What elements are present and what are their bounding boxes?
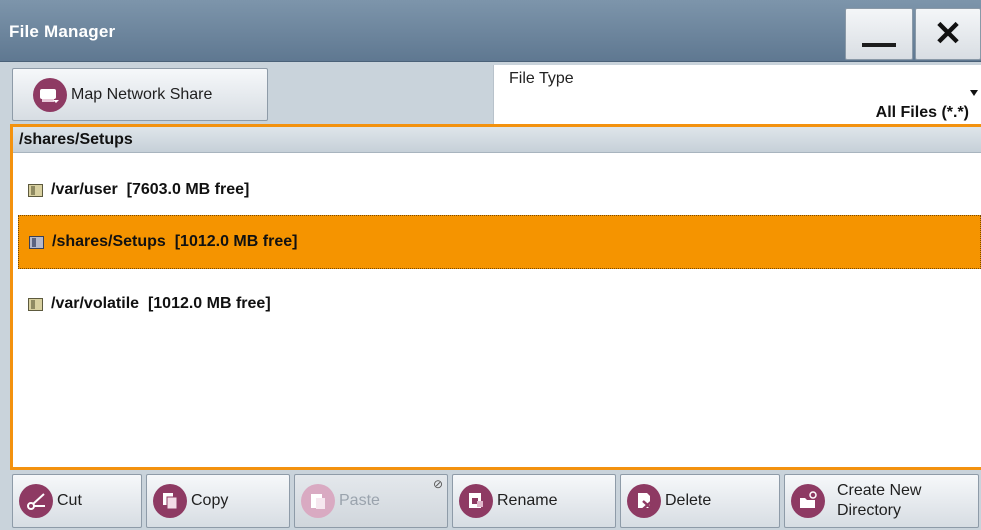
create-new-directory-label: Create New Directory (837, 482, 922, 519)
delete-icon (627, 484, 661, 518)
directory-row-shares-setups[interactable]: /shares/Setups [1012.0 MB free] (18, 215, 981, 269)
rename-label: Rename (497, 492, 558, 509)
paste-button[interactable]: Paste ⊘ (294, 474, 448, 528)
paste-icon (301, 484, 335, 518)
directory-panel: /shares/Setups /var/user [7603.0 MB free… (10, 124, 981, 470)
close-button[interactable]: ✕ (915, 8, 981, 60)
folder-icon (28, 183, 43, 197)
dropdown-arrow-icon (970, 90, 978, 96)
directory-path: /var/volatile [1012.0 MB free] (51, 295, 271, 312)
file-type-value: All Files (*.*) (875, 104, 969, 121)
copy-label: Copy (191, 492, 229, 509)
directory-row-var-volatile[interactable]: /var/volatile [1012.0 MB free] (18, 277, 981, 331)
disabled-icon: ⊘ (432, 477, 443, 491)
close-icon: ✕ (933, 15, 963, 53)
rename-icon (459, 484, 493, 518)
cut-label: Cut (57, 492, 82, 509)
copy-button[interactable]: Copy (146, 474, 290, 528)
folder-icon (29, 235, 44, 249)
delete-label: Delete (665, 492, 712, 509)
file-type-label: File Type (509, 70, 574, 87)
scissors-icon (19, 484, 53, 518)
minimize-icon (862, 43, 896, 47)
directory-path: /var/user [7603.0 MB free] (51, 181, 250, 198)
folder-icon (28, 297, 43, 311)
directory-path: /shares/Setups [1012.0 MB free] (52, 233, 298, 250)
network-share-icon (33, 77, 67, 112)
action-bar: Cut Copy Paste ⊘ Rename Delete Create Ne… (0, 470, 981, 530)
create-new-directory-button[interactable]: Create New Directory (784, 474, 979, 528)
toolbar: Map Network Share File Type All Files (*… (0, 62, 981, 124)
cut-button[interactable]: Cut (12, 474, 142, 528)
copy-icon (153, 484, 187, 518)
map-network-share-label: Map Network Share (71, 85, 213, 103)
file-type-select[interactable]: File Type All Files (*.*) (493, 65, 981, 124)
new-folder-icon (791, 484, 825, 518)
delete-button[interactable]: Delete (620, 474, 780, 528)
rename-button[interactable]: Rename (452, 474, 616, 528)
current-path: /shares/Setups (13, 127, 981, 153)
directory-row-var-user[interactable]: /var/user [7603.0 MB free] (18, 163, 981, 217)
minimize-button[interactable] (845, 8, 913, 60)
paste-label: Paste (339, 492, 380, 509)
map-network-share-button[interactable]: Map Network Share (12, 68, 268, 121)
window-title: File Manager (9, 22, 116, 41)
title-bar: File Manager ✕ (0, 0, 981, 62)
